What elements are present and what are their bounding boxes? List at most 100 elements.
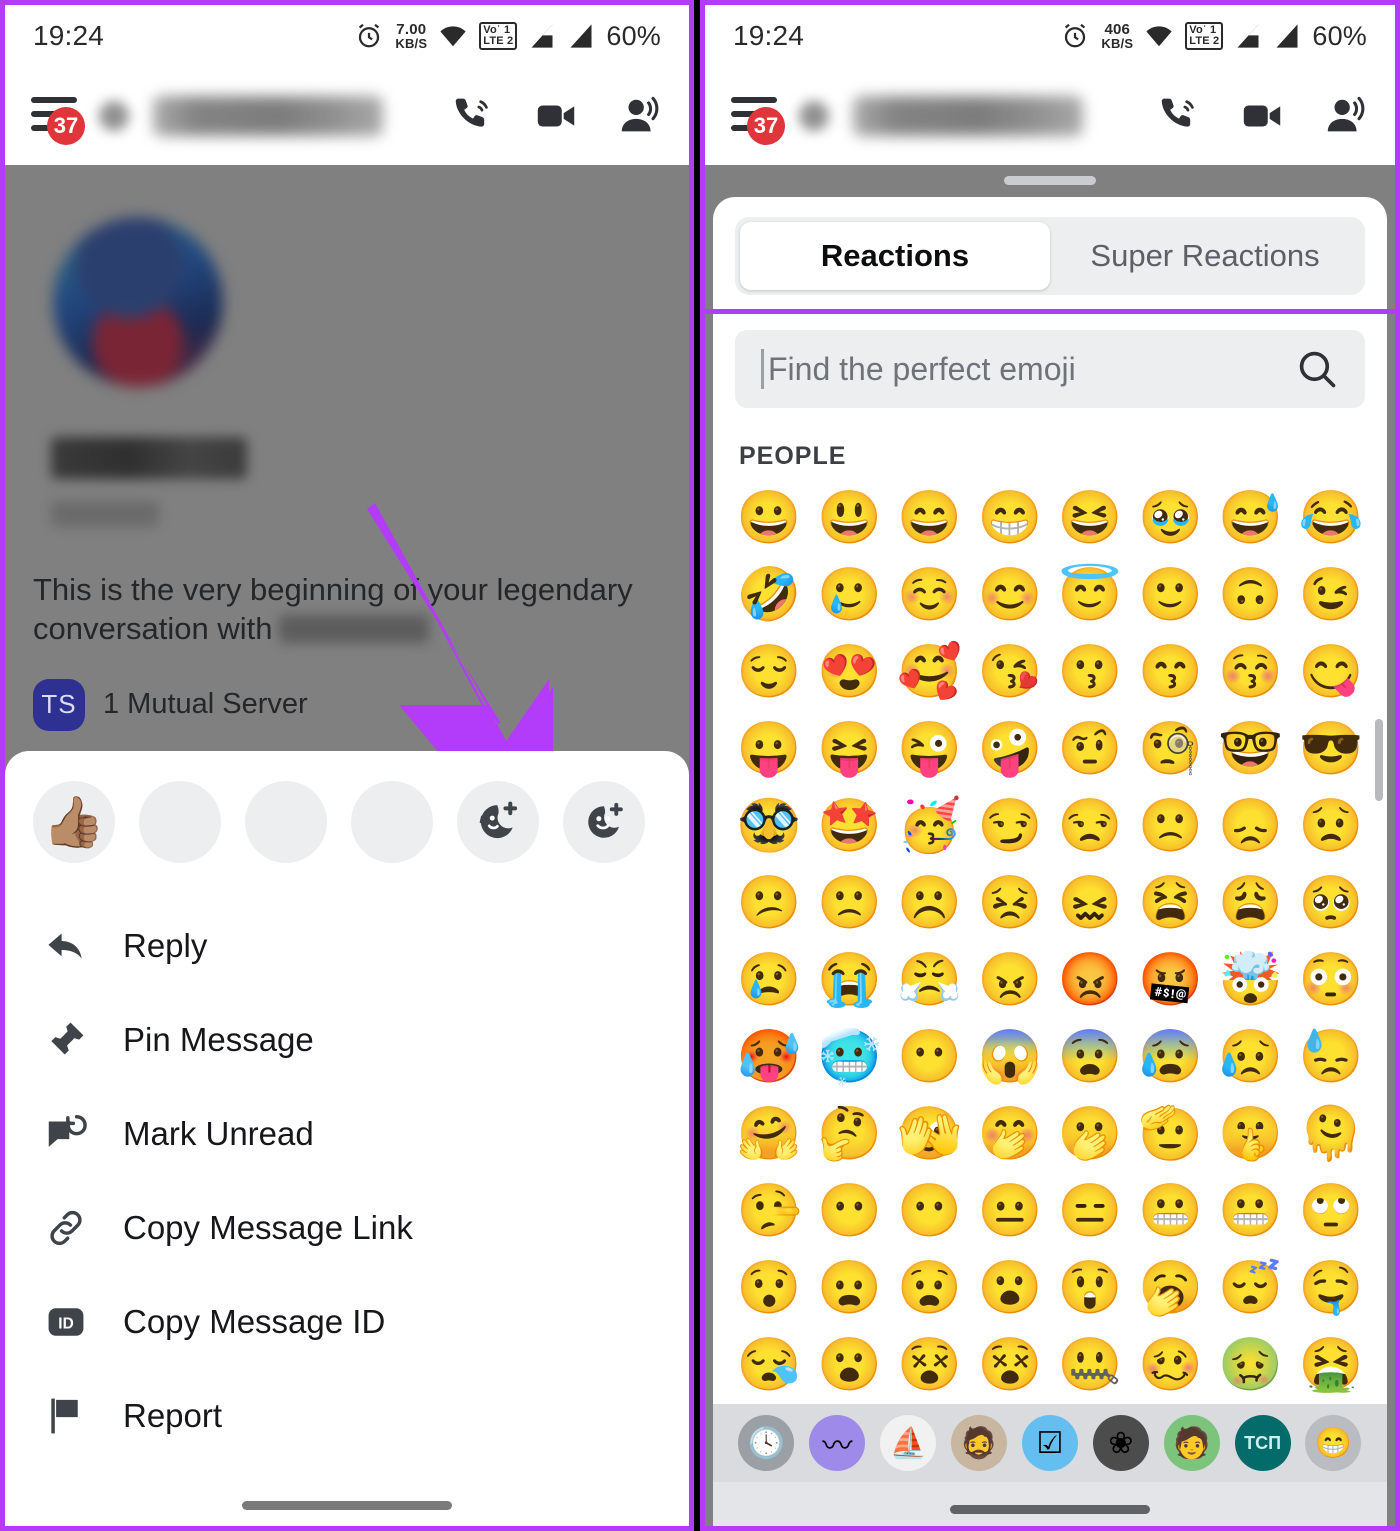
emoji-cell[interactable]: 🤩: [809, 789, 889, 862]
emoji-cell[interactable]: 😮: [809, 1328, 889, 1401]
emoji-cell[interactable]: 🙂: [1130, 558, 1210, 631]
emoji-cell[interactable]: 😬: [1211, 1174, 1291, 1247]
emoji-cell[interactable]: 😱: [970, 1020, 1050, 1093]
menu-item-reply[interactable]: Reply: [5, 899, 689, 993]
emoji-cell[interactable]: 😊: [970, 558, 1050, 631]
emoji-cell[interactable]: 😶: [809, 1174, 889, 1247]
category-server-wave-icon[interactable]: 〰: [809, 1415, 866, 1471]
emoji-cell[interactable]: 😡: [1050, 943, 1130, 1016]
emoji-cell[interactable]: 🤨: [1050, 712, 1130, 785]
emoji-cell[interactable]: 😶: [890, 1174, 970, 1247]
category-server-tcn-icon[interactable]: TCП: [1234, 1415, 1291, 1471]
emoji-cell[interactable]: 🫡: [1130, 1097, 1210, 1170]
emoji-cell[interactable]: 😶: [890, 1020, 970, 1093]
emoji-cell[interactable]: 😮: [970, 1251, 1050, 1324]
tab-super-reactions[interactable]: Super Reactions: [1050, 222, 1360, 290]
emoji-cell[interactable]: 🥴: [1130, 1328, 1210, 1401]
quick-reaction-thumbs-up[interactable]: 👍🏽: [33, 781, 115, 863]
emoji-cell[interactable]: 😝: [809, 712, 889, 785]
emoji-cell[interactable]: 🫠: [1291, 1097, 1371, 1170]
voice-call-icon[interactable]: [451, 94, 495, 138]
add-reaction-button[interactable]: [563, 781, 645, 863]
video-call-icon-right[interactable]: [1239, 93, 1285, 139]
emoji-cell[interactable]: 🤫: [1211, 1097, 1291, 1170]
quick-reaction-empty-1[interactable]: [139, 781, 221, 863]
emoji-cell[interactable]: 😎: [1291, 712, 1371, 785]
emoji-cell[interactable]: 😫: [1130, 866, 1210, 939]
emoji-cell[interactable]: 🤮: [1291, 1328, 1371, 1401]
emoji-cell[interactable]: 🤤: [1291, 1251, 1371, 1324]
tab-reactions[interactable]: Reactions: [740, 222, 1050, 290]
emoji-cell[interactable]: 😯: [729, 1251, 809, 1324]
emoji-cell[interactable]: 😲: [1050, 1251, 1130, 1324]
emoji-cell[interactable]: 😉: [1291, 558, 1371, 631]
quick-reaction-empty-2[interactable]: [245, 781, 327, 863]
emoji-cell[interactable]: 😵: [970, 1328, 1050, 1401]
emoji-cell[interactable]: 🤪: [970, 712, 1050, 785]
emoji-cell[interactable]: 😞: [1211, 789, 1291, 862]
emoji-cell[interactable]: 🙁: [1130, 789, 1210, 862]
emoji-cell[interactable]: 🥹: [1130, 481, 1210, 554]
emoji-cell[interactable]: 😦: [809, 1251, 889, 1324]
emoji-cell[interactable]: 🤓: [1211, 712, 1291, 785]
bottom-sheet-grip[interactable]: [1004, 176, 1096, 185]
menu-icon-right[interactable]: 37: [731, 93, 785, 145]
emoji-cell[interactable]: 😀: [729, 481, 809, 554]
emoji-cell[interactable]: 🥲: [809, 558, 889, 631]
emoji-cell[interactable]: 🤐: [1050, 1328, 1130, 1401]
quick-reaction-empty-3[interactable]: [351, 781, 433, 863]
emoji-cell[interactable]: 🥺: [1291, 866, 1371, 939]
emoji-cell[interactable]: 😘: [970, 635, 1050, 708]
emoji-cell[interactable]: 🥵: [729, 1020, 809, 1093]
members-icon[interactable]: [617, 93, 663, 139]
emoji-cell[interactable]: 🙃: [1211, 558, 1291, 631]
emoji-cell[interactable]: 😓: [1291, 1020, 1371, 1093]
emoji-cell[interactable]: 🥸: [729, 789, 809, 862]
emoji-cell[interactable]: 🧐: [1130, 712, 1210, 785]
emoji-scrollbar-thumb[interactable]: [1375, 719, 1383, 801]
emoji-cell[interactable]: 😙: [1130, 635, 1210, 708]
menu-item-copy-message-link[interactable]: Copy Message Link: [5, 1181, 689, 1275]
emoji-cell[interactable]: 😃: [809, 481, 889, 554]
category-server-openai-icon[interactable]: ❀: [1092, 1415, 1149, 1471]
emoji-cell[interactable]: 😍: [809, 635, 889, 708]
category-server-check-icon[interactable]: ☑: [1021, 1415, 1078, 1471]
emoji-cell[interactable]: 😂: [1291, 481, 1371, 554]
emoji-cell[interactable]: 😅: [1211, 481, 1291, 554]
emoji-cell[interactable]: 😛: [729, 712, 809, 785]
emoji-cell[interactable]: 🫣: [890, 1097, 970, 1170]
members-icon-right[interactable]: [1323, 93, 1369, 139]
emoji-cell[interactable]: 🥳: [890, 789, 970, 862]
emoji-cell[interactable]: 😧: [890, 1251, 970, 1324]
emoji-cell[interactable]: 😭: [809, 943, 889, 1016]
emoji-cell[interactable]: 😚: [1211, 635, 1291, 708]
emoji-cell[interactable]: 😄: [890, 481, 970, 554]
emoji-cell[interactable]: 😑: [1050, 1174, 1130, 1247]
emoji-search-input[interactable]: Find the perfect emoji: [768, 351, 1295, 388]
search-icon[interactable]: [1295, 347, 1339, 391]
voice-call-icon-right[interactable]: [1157, 94, 1201, 138]
emoji-cell[interactable]: 😗: [1050, 635, 1130, 708]
emoji-cell[interactable]: 😜: [890, 712, 970, 785]
emoji-cell[interactable]: 😴: [1211, 1251, 1291, 1324]
emoji-cell[interactable]: 🤢: [1211, 1328, 1291, 1401]
emoji-cell[interactable]: 😒: [1050, 789, 1130, 862]
emoji-cell[interactable]: 😋: [1291, 635, 1371, 708]
emoji-cell[interactable]: 😤: [890, 943, 970, 1016]
emoji-cell[interactable]: 😥: [1211, 1020, 1291, 1093]
emoji-cell[interactable]: 🥰: [890, 635, 970, 708]
emoji-cell[interactable]: 😳: [1291, 943, 1371, 1016]
emoji-cell[interactable]: 😇: [1050, 558, 1130, 631]
emoji-cell[interactable]: 😌: [729, 635, 809, 708]
menu-icon[interactable]: 37: [31, 93, 85, 145]
menu-item-mark-unread[interactable]: Mark Unread: [5, 1087, 689, 1181]
emoji-cell[interactable]: ☹️: [890, 866, 970, 939]
emoji-cell[interactable]: 😢: [729, 943, 809, 1016]
emoji-cell[interactable]: 🥶: [809, 1020, 889, 1093]
emoji-cell[interactable]: 🤣: [729, 558, 809, 631]
menu-item-pin-message[interactable]: Pin Message: [5, 993, 689, 1087]
emoji-cell[interactable]: 🤔: [809, 1097, 889, 1170]
emoji-cell[interactable]: 🤭: [970, 1097, 1050, 1170]
emoji-cell[interactable]: ☺️: [890, 558, 970, 631]
emoji-cell[interactable]: 😏: [970, 789, 1050, 862]
